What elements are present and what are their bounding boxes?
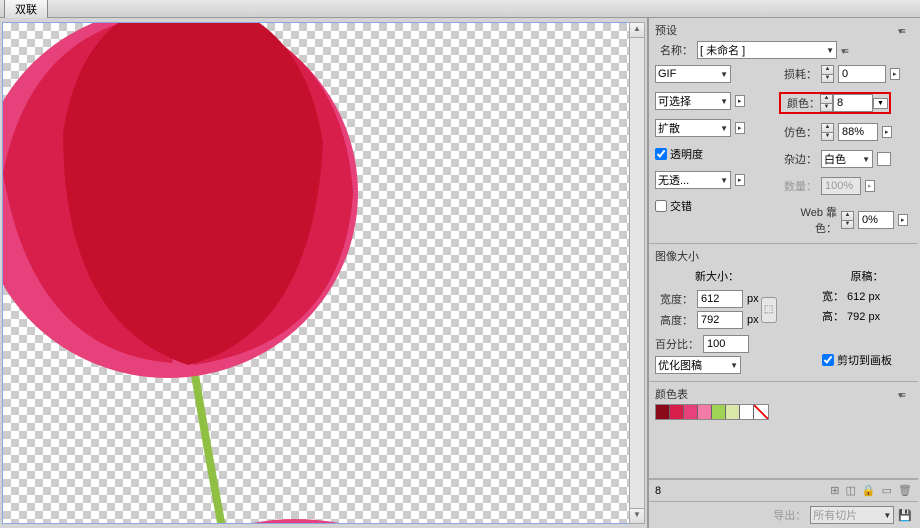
vertical-scrollbar[interactable]: ▲ ▼ [629, 22, 645, 524]
optimize-select[interactable]: 优化图稿▼ [655, 356, 741, 374]
swatch-1[interactable] [656, 405, 670, 419]
color-swatches[interactable] [655, 404, 769, 420]
colors-input[interactable] [833, 94, 873, 112]
trans-dither-select[interactable]: 无透...▼ [655, 171, 731, 189]
clip-checkbox[interactable]: 剪切到画板 [822, 352, 892, 368]
loss-label: 损耗： [779, 66, 817, 82]
reduction-flyout-icon[interactable]: ▸ [735, 95, 745, 107]
percent-input[interactable] [703, 335, 749, 353]
swatch-7[interactable] [740, 405, 754, 419]
swatch-2[interactable] [670, 405, 684, 419]
canvas-area: ▲ ▼ [0, 18, 648, 528]
matte-select[interactable]: 白色▼ [821, 150, 873, 168]
export-label: 导出： [773, 507, 806, 523]
panel-menu-icon[interactable] [898, 25, 912, 35]
height-input[interactable] [697, 311, 743, 329]
reduction-select[interactable]: 可选择▼ [655, 92, 731, 110]
width-unit: px [747, 293, 759, 305]
lock-color-icon[interactable]: 🔒 [862, 484, 876, 497]
websnap-input[interactable] [858, 211, 894, 229]
preset-options-icon[interactable] [841, 45, 855, 55]
preset-name-select[interactable]: [ 未命名 ]▼ [697, 41, 837, 59]
dither-pct-label: 仿色： [779, 124, 817, 140]
websnap-stepper[interactable]: ▲▼ [841, 211, 854, 229]
percent-label: 百分比： [655, 336, 699, 352]
colortable-title: 颜色表 [655, 386, 688, 402]
imagesize-panel: 图像大小 新大小： 宽度： px 高度： [649, 244, 918, 382]
colortable-panel: 颜色表 [649, 382, 918, 479]
preview-canvas[interactable] [2, 22, 630, 524]
height-label: 高度： [655, 312, 693, 328]
preset-panel: 预设 名称： [ 未命名 ]▼ GIF▼ 可选择▼ ▸ [649, 18, 918, 244]
map-transparent-icon[interactable]: ◫ [846, 484, 856, 497]
dither-pct-input[interactable] [838, 123, 878, 141]
color-count: 8 [655, 485, 661, 497]
original-title: 原稿： [822, 268, 912, 284]
swatch-4[interactable] [698, 405, 712, 419]
width-label: 宽度： [655, 291, 693, 307]
tab-dual-view[interactable]: 双联 [4, 0, 48, 19]
colors-dropdown-icon[interactable]: ▼ [873, 98, 888, 109]
imagesize-title: 图像大小 [655, 248, 699, 264]
swatch-3[interactable] [684, 405, 698, 419]
export-save-icon[interactable]: 💾 [898, 509, 912, 522]
matte-label: 杂边： [779, 151, 817, 167]
colors-highlight: 颜色： ▲▼ ▼ [779, 92, 891, 114]
interlace-checkbox[interactable]: 交错 [655, 198, 692, 214]
scroll-up-button[interactable]: ▲ [630, 23, 644, 38]
loss-flyout-icon[interactable]: ▸ [890, 68, 900, 80]
newsize-label: 新大小： [695, 268, 812, 284]
orig-width: 宽： 612 px [822, 288, 912, 304]
transparency-checkbox[interactable]: 透明度 [655, 146, 703, 162]
tulip-artwork [2, 22, 413, 524]
format-select[interactable]: GIF▼ [655, 65, 731, 83]
amount-label: 数量： [779, 178, 817, 194]
amount-flyout-icon: ▸ [865, 180, 875, 192]
colors-stepper[interactable]: ▲▼ [820, 94, 833, 112]
loss-stepper[interactable]: ▲▼ [821, 65, 834, 83]
loss-input[interactable] [838, 65, 886, 83]
export-footer: 导出： 所有切片▼ 💾 [649, 501, 918, 528]
scroll-down-button[interactable]: ▼ [630, 508, 644, 523]
matte-color-swatch[interactable] [877, 152, 891, 166]
websnap-label: Web 靠色： [779, 204, 837, 236]
dither-pct-flyout-icon[interactable]: ▸ [882, 126, 892, 138]
constrain-link-icon[interactable]: ⬚ [761, 297, 777, 323]
colors-label: 颜色： [782, 95, 820, 111]
swatch-8[interactable] [754, 405, 768, 419]
swatch-6[interactable] [726, 405, 740, 419]
height-unit: px [747, 314, 759, 326]
swatch-5[interactable] [712, 405, 726, 419]
name-label: 名称： [655, 42, 693, 58]
panel-footer: 8 ⊞ ◫ 🔒 ▭ 🗑 [649, 479, 918, 501]
preset-title: 预设 [655, 22, 677, 38]
dither-select[interactable]: 扩散▼ [655, 119, 731, 137]
new-color-icon[interactable]: ▭ [882, 484, 892, 497]
dither-flyout-icon[interactable]: ▸ [735, 122, 745, 134]
snap-web-icon[interactable]: ⊞ [830, 484, 839, 497]
colortable-menu-icon[interactable] [898, 389, 912, 399]
amount-input [821, 177, 861, 195]
export-select: 所有切片▼ [810, 506, 894, 524]
orig-height: 高： 792 px [822, 308, 912, 324]
websnap-flyout-icon[interactable]: ▸ [898, 214, 908, 226]
dither-pct-stepper[interactable]: ▲▼ [821, 123, 834, 141]
trans-dither-flyout-icon[interactable]: ▸ [735, 174, 745, 186]
delete-color-icon[interactable]: 🗑 [898, 484, 912, 497]
width-input[interactable] [697, 290, 743, 308]
